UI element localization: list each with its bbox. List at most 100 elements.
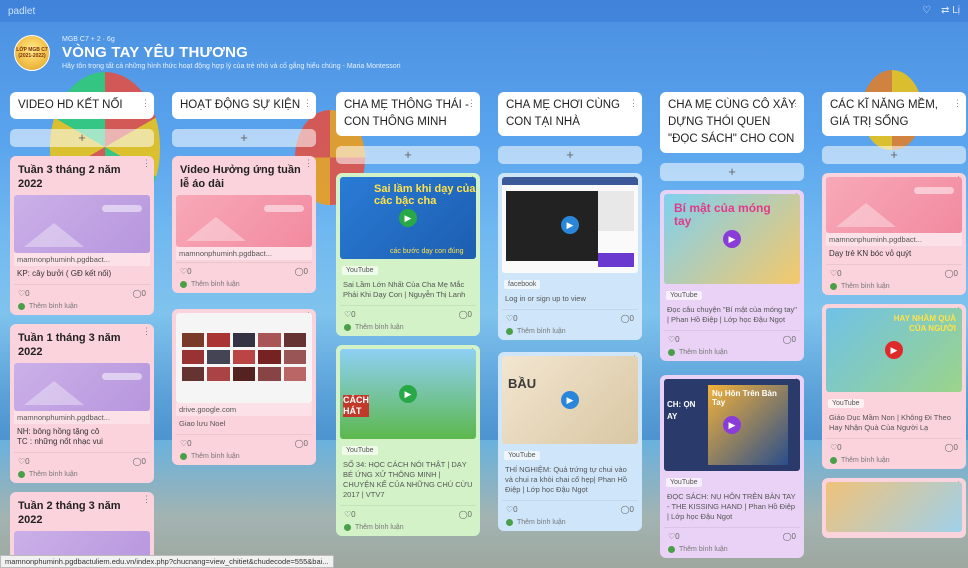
like-button[interactable]: ♡0	[830, 443, 842, 452]
like-button[interactable]: ♡0	[344, 510, 356, 519]
user-avatar-icon	[180, 453, 187, 460]
add-comment[interactable]: Thêm bình luận	[826, 454, 962, 464]
add-comment[interactable]: Thêm bình luận	[664, 543, 800, 553]
add-comment[interactable]: Thêm bình luận	[340, 321, 476, 331]
add-comment[interactable]: Thêm bình luận	[502, 325, 638, 335]
like-button[interactable]: ♡0	[180, 267, 192, 276]
like-button[interactable]: ♡0	[506, 314, 518, 323]
add-comment-label: Thêm bình luận	[841, 283, 890, 290]
link-thumbnail	[826, 177, 962, 233]
post-card[interactable]: ⋮ mamnonphuminh.pgdbact... Dạy trẻ KN bó…	[822, 173, 966, 295]
like-button[interactable]: ♡0	[18, 289, 30, 298]
add-comment[interactable]: Thêm bình luận	[664, 346, 800, 356]
video-thumbnail: CH: ỌN AY Nụ Hôn Trên Bàn Tay ▶	[664, 379, 800, 471]
play-icon[interactable]: ▶	[723, 416, 741, 434]
column-header: CHA MẸ CÙNG CÔ XÂY DỰNG THÓI QUEN "ĐỌC S…	[660, 92, 804, 153]
post-card[interactable]: ⋮ Tuần 3 tháng 2 năm 2022 mamnonphuminh.…	[10, 156, 154, 315]
column-menu-icon[interactable]: ⋮	[303, 95, 312, 112]
column-title: CÁC KĨ NĂNG MỀM, GIÁ TRỊ SỐNG	[830, 99, 938, 128]
play-icon[interactable]: ▶	[561, 391, 579, 409]
thumbnail-text: Sai lầm khi dạy của các bậc cha	[374, 183, 476, 207]
post-menu-icon[interactable]: ⋮	[142, 326, 151, 337]
source-badge: YouTube	[828, 399, 864, 408]
like-button[interactable]: ♡0	[180, 439, 192, 448]
video-thumbnail: Bí mật của móng tay ▶	[664, 194, 800, 284]
post-body: TC : những nốt nhạc vui	[17, 437, 103, 446]
user-avatar-icon	[180, 281, 187, 288]
add-post-button[interactable]: +	[336, 146, 480, 164]
like-button[interactable]: ♡0	[830, 269, 842, 278]
post-card[interactable]: ⋮ Tuần 2 tháng 3 năm 2022	[10, 492, 154, 562]
comment-count: ◯0	[132, 457, 146, 466]
add-comment[interactable]: Thêm bình luận	[14, 468, 150, 478]
add-comment[interactable]: Thêm bình luận	[502, 516, 638, 526]
post-card[interactable]: ⋮ ▶ facebook Log in or sign up to view ♡…	[498, 173, 642, 340]
link-domain: mamnonphuminh.pgdbact...	[14, 253, 150, 266]
add-comment[interactable]: Thêm bình luận	[826, 280, 962, 290]
post-card[interactable]: ⋮	[822, 478, 966, 538]
add-post-button[interactable]: +	[172, 129, 316, 147]
padlet-logo[interactable]: padlet	[8, 6, 35, 17]
column-menu-icon[interactable]: ⋮	[141, 95, 150, 112]
column-menu-icon[interactable]: ⋮	[629, 95, 638, 112]
add-comment-label: Thêm bình luận	[29, 471, 78, 478]
comment-count: ◯0	[782, 335, 796, 344]
add-post-button[interactable]: +	[498, 146, 642, 164]
post-menu-icon[interactable]: ⋮	[142, 494, 151, 505]
comment-count: ◯0	[944, 443, 958, 452]
post-card[interactable]: ⋮ BẦU ▶ YouTube THÍ NGHIỆM: Quả trứng tự…	[498, 352, 642, 531]
like-button[interactable]: ♡0	[668, 532, 680, 541]
comment-count: ◯0	[458, 310, 472, 319]
add-comment[interactable]: Thêm bình luận	[14, 300, 150, 310]
column-doc-sach: CHA MẸ CÙNG CÔ XÂY DỰNG THÓI QUEN "ĐỌC S…	[660, 92, 804, 558]
like-button[interactable]: ♡0	[18, 457, 30, 466]
add-post-button[interactable]: +	[660, 163, 804, 181]
board-header: LỚP MGB C7 (2021-2022) MGB C7 + 2 · 6g V…	[14, 30, 401, 76]
like-button[interactable]: ♡0	[506, 505, 518, 514]
post-card[interactable]: ⋮ drive.google.com Giao lưu Noel ♡0◯0 Th…	[172, 309, 316, 465]
play-icon[interactable]: ▶	[885, 341, 903, 359]
remake-icon[interactable]: ⇄ Lị	[941, 5, 960, 16]
video-thumbnail: BẦU ▶	[502, 356, 638, 444]
comment-count: ◯0	[294, 267, 308, 276]
post-card[interactable]: ⋮ HAY NHẦM QUÀ CỦA NGƯỜI ▶ YouTube Giáo …	[822, 304, 966, 469]
video-thumbnail: HAY NHẦM QUÀ CỦA NGƯỜI ▶	[826, 308, 962, 392]
like-button[interactable]: ♡0	[344, 310, 356, 319]
post-card[interactable]: ⋮ CH: ỌN AY Nụ Hôn Trên Bàn Tay ▶ YouTub…	[660, 375, 804, 558]
play-icon[interactable]: ▶	[723, 230, 741, 248]
post-card[interactable]: ⋮ Tuần 1 tháng 3 năm 2022 mamnonphuminh.…	[10, 324, 154, 483]
play-icon[interactable]: ▶	[399, 209, 417, 227]
column-menu-icon[interactable]: ⋮	[467, 95, 476, 112]
add-comment[interactable]: Thêm bình luận	[176, 278, 312, 288]
column-menu-icon[interactable]: ⋮	[953, 95, 962, 112]
add-comment[interactable]: Thêm bình luận	[340, 521, 476, 531]
column-cha-me-thong-thai: CHA MẸ THÔNG THÁI - CON THÔNG MINH ⋮ + ⋮…	[336, 92, 480, 536]
thumbnail-text: HAY NHẦM QUÀ CỦA NGƯỜI	[893, 314, 956, 333]
like-button[interactable]: ♡0	[668, 335, 680, 344]
play-icon[interactable]: ▶	[561, 216, 579, 234]
column-title: CHA MẸ CÙNG CÔ XÂY DỰNG THÓI QUEN "ĐỌC S…	[668, 99, 796, 145]
link-domain: mamnonphuminh.pgdbact...	[826, 233, 962, 246]
post-menu-icon[interactable]: ⋮	[304, 158, 313, 169]
column-menu-icon[interactable]: ⋮	[791, 95, 800, 112]
post-card[interactable]: ⋮ CÁCH HÁT ▶ YouTube SỐ 34: HỌC CÁCH NÓI…	[336, 345, 480, 536]
post-body: ĐỌC SÁCH: NỤ HÔN TRÊN BÀN TAY - THE KISS…	[667, 492, 796, 521]
play-icon[interactable]: ▶	[399, 385, 417, 403]
add-post-button[interactable]: +	[822, 146, 966, 164]
add-comment-label: Thêm bình luận	[679, 546, 728, 553]
thumbnail-side-text: CH: ỌN AY	[667, 400, 696, 421]
post-body: NH: bông hồng tặng cô	[17, 427, 100, 436]
column-header: CHA MẸ CHƠI CÙNG CON TẠI NHÀ ⋮	[498, 92, 642, 136]
post-body: Đọc câu chuyện "Bí mật của móng tay" | P…	[667, 305, 797, 324]
add-post-button[interactable]: +	[10, 129, 154, 147]
add-comment-label: Thêm bình luận	[517, 519, 566, 526]
post-body: Giao lưu Noel	[179, 419, 226, 428]
post-card[interactable]: ⋮ Video Hưởng ứng tuần lễ áo dài mamnonp…	[172, 156, 316, 293]
column-header: CÁC KĨ NĂNG MỀM, GIÁ TRỊ SỐNG ⋮	[822, 92, 966, 136]
post-menu-icon[interactable]: ⋮	[142, 158, 151, 169]
post-card[interactable]: ⋮ Sai lầm khi dạy của các bậc cha các bư…	[336, 173, 480, 336]
heart-icon[interactable]: ♡	[922, 5, 931, 16]
post-card[interactable]: ⋮ Bí mật của móng tay ▶ YouTube Đọc câu …	[660, 190, 804, 361]
post-title: Tuần 1 tháng 3 năm 2022	[18, 332, 121, 358]
add-comment[interactable]: Thêm bình luận	[176, 450, 312, 460]
